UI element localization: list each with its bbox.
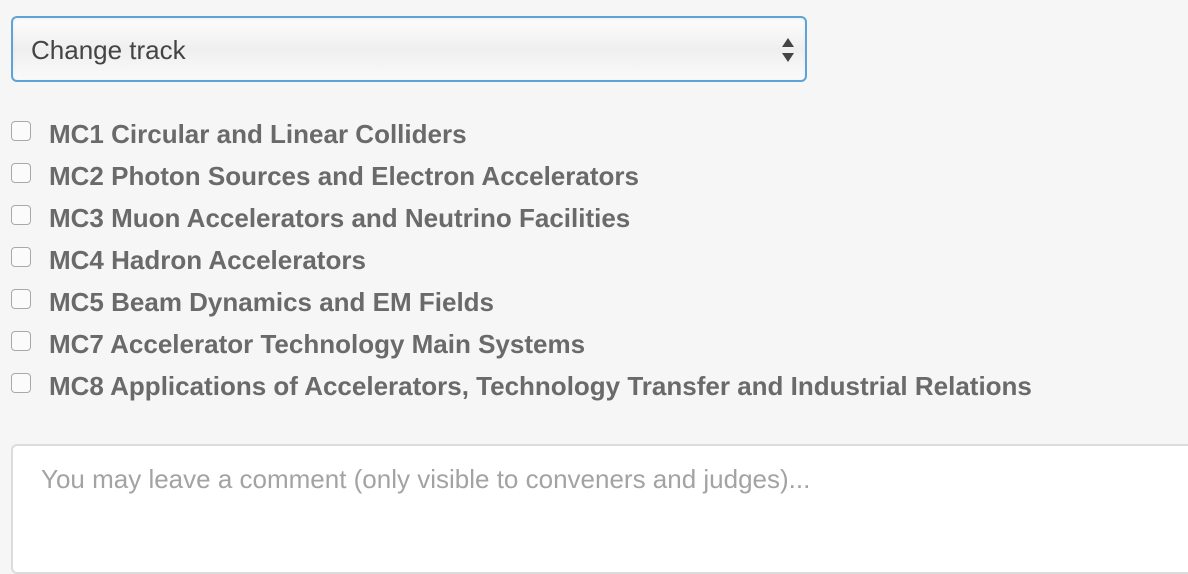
track-label-mc5[interactable]: MC5 Beam Dynamics and EM Fields: [49, 283, 494, 321]
track-option-mc7[interactable]: MC7 Accelerator Technology Main Systems: [11, 325, 1032, 367]
track-checkbox-mc5[interactable]: [11, 289, 31, 309]
track-checkbox-mc7[interactable]: [11, 331, 31, 351]
change-track-select-label: Change track: [31, 35, 186, 65]
track-checkbox-mc1[interactable]: [11, 121, 31, 141]
track-option-mc8[interactable]: MC8 Applications of Accelerators, Techno…: [11, 367, 1032, 409]
track-option-mc3[interactable]: MC3 Muon Accelerators and Neutrino Facil…: [11, 199, 1032, 241]
track-option-mc2[interactable]: MC2 Photon Sources and Electron Accelera…: [11, 157, 1032, 199]
track-label-mc7[interactable]: MC7 Accelerator Technology Main Systems: [49, 325, 585, 363]
comment-placeholder: You may leave a comment (only visible to…: [41, 464, 811, 494]
track-checkbox-mc3[interactable]: [11, 205, 31, 225]
track-checkbox-mc2[interactable]: [11, 163, 31, 183]
track-label-mc8[interactable]: MC8 Applications of Accelerators, Techno…: [49, 367, 1032, 405]
change-track-select[interactable]: Change track: [11, 16, 807, 82]
track-checklist: MC1 Circular and Linear Colliders MC2 Ph…: [11, 115, 1032, 409]
up-down-arrows-icon: [781, 36, 795, 64]
track-label-mc2[interactable]: MC2 Photon Sources and Electron Accelera…: [49, 157, 639, 195]
track-checkbox-mc4[interactable]: [11, 247, 31, 267]
track-option-mc4[interactable]: MC4 Hadron Accelerators: [11, 241, 1032, 283]
track-label-mc3[interactable]: MC3 Muon Accelerators and Neutrino Facil…: [49, 199, 630, 237]
track-checkbox-mc8[interactable]: [11, 373, 31, 393]
track-option-mc5[interactable]: MC5 Beam Dynamics and EM Fields: [11, 283, 1032, 325]
track-label-mc4[interactable]: MC4 Hadron Accelerators: [49, 241, 366, 279]
track-option-mc1[interactable]: MC1 Circular and Linear Colliders: [11, 115, 1032, 157]
comment-textarea[interactable]: You may leave a comment (only visible to…: [11, 444, 1188, 574]
track-label-mc1[interactable]: MC1 Circular and Linear Colliders: [49, 115, 467, 153]
